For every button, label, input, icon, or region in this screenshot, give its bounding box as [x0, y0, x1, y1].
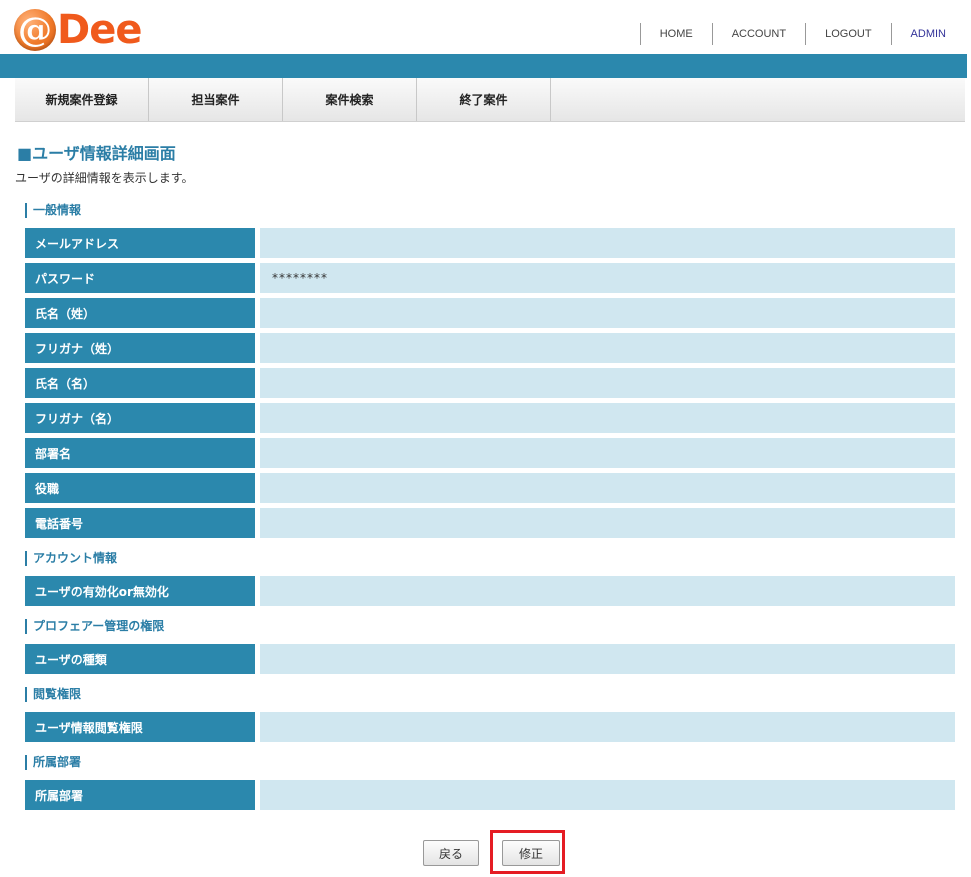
- section-account-heading: アカウント情報: [25, 551, 117, 566]
- row-first-name-kana: フリガナ（名）: [25, 403, 955, 433]
- department-name-value: [260, 438, 955, 468]
- row-password: パスワード ********: [25, 263, 955, 293]
- logo-text: Dee: [57, 7, 142, 53]
- back-button[interactable]: 戻る: [423, 840, 479, 866]
- logo-at-mark: @: [14, 9, 56, 51]
- user-type-value: [260, 644, 955, 674]
- user-enabled-value: [260, 576, 955, 606]
- section-department-heading: 所属部署: [25, 755, 81, 770]
- row-label: 電話番号: [25, 508, 255, 538]
- row-label: 氏名（名）: [25, 368, 255, 398]
- menu-project-search[interactable]: 案件検索: [283, 78, 417, 121]
- menu-closed-projects[interactable]: 終了案件: [417, 78, 551, 121]
- row-label: 部署名: [25, 438, 255, 468]
- last-name-value: [260, 298, 955, 328]
- row-label: 役職: [25, 473, 255, 503]
- last-name-kana-value: [260, 333, 955, 363]
- nav-logout-link[interactable]: LOGOUT: [805, 23, 890, 45]
- first-name-kana-value: [260, 403, 955, 433]
- position-value: [260, 473, 955, 503]
- page-description: ユーザの詳細情報を表示します。: [15, 171, 194, 185]
- page-title: ■ユーザ情報詳細画面: [17, 144, 176, 163]
- nav-home-link[interactable]: HOME: [639, 23, 712, 45]
- row-first-name: 氏名（名）: [25, 368, 955, 398]
- row-position: 役職: [25, 473, 955, 503]
- row-label: メールアドレス: [25, 228, 255, 258]
- row-last-name: 氏名（姓）: [25, 298, 955, 328]
- email-value: [260, 228, 955, 258]
- menu-assigned-projects[interactable]: 担当案件: [149, 78, 283, 121]
- row-label: ユーザ情報閲覧権限: [25, 712, 255, 742]
- password-value: ********: [260, 263, 955, 293]
- row-user-enabled: ユーザの有効化or無効化: [25, 576, 955, 606]
- department-value: [260, 780, 955, 810]
- user-info-view-permission-value: [260, 712, 955, 742]
- row-department: 所属部署: [25, 780, 955, 810]
- main-menu: 新規案件登録 担当案件 案件検索 終了案件: [15, 78, 965, 122]
- row-phone: 電話番号: [25, 508, 955, 538]
- logo[interactable]: @ Dee: [14, 7, 142, 53]
- row-last-name-kana: フリガナ（姓）: [25, 333, 955, 363]
- section-browse-heading: 閲覧権限: [25, 687, 81, 702]
- first-name-value: [260, 368, 955, 398]
- row-user-type: ユーザの種類: [25, 644, 955, 674]
- top-nav: HOME ACCOUNT LOGOUT ADMIN: [639, 23, 965, 45]
- row-label: フリガナ（姓）: [25, 333, 255, 363]
- row-label: ユーザの種類: [25, 644, 255, 674]
- row-label: 氏名（姓）: [25, 298, 255, 328]
- edit-button[interactable]: 修正: [502, 840, 560, 866]
- section-profaire-heading: プロフェアー管理の権限: [25, 619, 164, 634]
- row-label: 所属部署: [25, 780, 255, 810]
- row-label: パスワード: [25, 263, 255, 293]
- row-email: メールアドレス: [25, 228, 955, 258]
- menu-new-project[interactable]: 新規案件登録: [15, 78, 149, 121]
- nav-account-link[interactable]: ACCOUNT: [711, 23, 805, 45]
- section-general-heading: 一般情報: [25, 203, 81, 218]
- header-bar: [0, 54, 967, 78]
- phone-value: [260, 508, 955, 538]
- row-user-info-view-permission: ユーザ情報閲覧権限: [25, 712, 955, 742]
- row-department-name: 部署名: [25, 438, 955, 468]
- row-label: フリガナ（名）: [25, 403, 255, 433]
- nav-admin-link[interactable]: ADMIN: [890, 23, 965, 45]
- row-label: ユーザの有効化or無効化: [25, 576, 255, 606]
